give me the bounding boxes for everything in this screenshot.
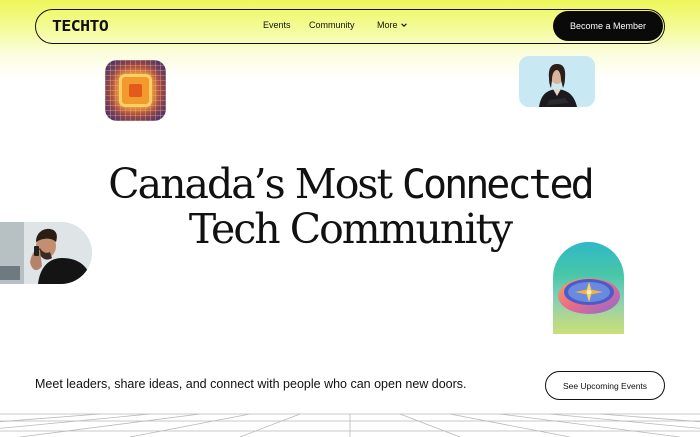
woman-portrait-illustration	[519, 56, 595, 107]
become-member-button[interactable]: Become a Member	[553, 11, 663, 41]
compass-illustration	[558, 278, 620, 314]
nav-link-more[interactable]: More	[377, 20, 408, 30]
hero-line-1: Canada’s Most Connected	[0, 162, 700, 207]
nav-link-events[interactable]: Events	[263, 20, 291, 30]
compass-image	[553, 242, 624, 334]
chevron-down-icon	[400, 23, 407, 27]
techto-logo[interactable]: TECHTO	[52, 17, 109, 35]
top-navbar: TECHTO Events Community More Become a Me…	[35, 9, 665, 44]
chip-core-decoration	[119, 74, 152, 107]
hero-tagline: Meet leaders, share ideas, and connect w…	[35, 377, 467, 391]
woman-portrait-image	[519, 56, 595, 107]
chip-core-inner-decoration	[129, 84, 142, 97]
see-upcoming-events-button[interactable]: See Upcoming Events	[545, 371, 665, 400]
nav-link-more-label: More	[377, 20, 398, 30]
hero-line-2: Tech Community	[188, 205, 513, 253]
hero-line-1-serif: Canada’s Most	[108, 160, 402, 208]
perspective-grid-decoration	[0, 413, 700, 437]
microchip-image	[105, 60, 166, 121]
hero-line-1-pixel: Connected	[401, 162, 595, 208]
hero-heading: Canada’s Most Connected Tech Community	[0, 162, 700, 251]
nav-link-community[interactable]: Community	[309, 20, 355, 30]
